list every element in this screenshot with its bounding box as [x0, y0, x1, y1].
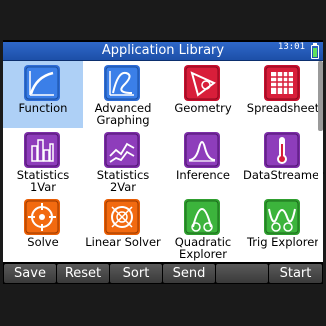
advanced-graphing-icon [104, 65, 140, 101]
inference-icon [184, 132, 220, 168]
title-bar: Application Library 13:01 [3, 42, 323, 61]
app-tile-spreadsheet[interactable]: Spreadsheet [243, 61, 323, 128]
app-label: Inference [175, 168, 231, 182]
app-label: Spreadsheet [246, 101, 320, 115]
statistics-1var-icon [24, 132, 60, 168]
app-tile-statistics-1var[interactable]: Statistics 1Var [3, 128, 83, 195]
spreadsheet-icon [264, 65, 300, 101]
app-label: Geometry [174, 101, 232, 115]
geometry-icon [184, 65, 220, 101]
start-button[interactable]: Start [269, 264, 322, 283]
app-tile-quadratic-explorer[interactable]: Quadratic Explorer [163, 195, 243, 262]
send-button[interactable]: Send [163, 264, 215, 283]
app-tile-linear-solver[interactable]: Linear Solver [83, 195, 163, 262]
solve-icon [24, 199, 60, 235]
clock: 13:01 [277, 42, 305, 52]
quadratic-explorer-icon [184, 199, 220, 235]
trig-explorer-icon [264, 199, 300, 235]
linear-solver-icon [104, 199, 140, 235]
app-tile-trig-explorer[interactable]: Trig Explorer [243, 195, 323, 262]
datastreamer-icon [264, 132, 300, 168]
app-tile-function[interactable]: Function [3, 61, 83, 128]
scrollbar[interactable] [318, 61, 323, 262]
app-tile-solve[interactable]: Solve [3, 195, 83, 262]
scrollbar-thumb[interactable] [318, 61, 323, 131]
app-tile-geometry[interactable]: Geometry [163, 61, 243, 128]
reset-button[interactable]: Reset [57, 264, 109, 283]
app-label: Function [18, 101, 68, 115]
sort-button[interactable]: Sort [110, 264, 162, 283]
page-title: Application Library [101, 43, 225, 58]
app-label: Statistics 2Var [96, 168, 150, 194]
statistics-2var-icon [104, 132, 140, 168]
app-label: DataStreamer [243, 168, 324, 182]
app-label: Quadratic Explorer [174, 235, 232, 261]
softkey-bar: Save Reset Sort Send Start [3, 263, 323, 284]
app-label: Statistics 1Var [16, 168, 70, 194]
app-tile-datastreamer[interactable]: DataStreamer [243, 128, 324, 195]
app-tile-statistics-2var[interactable]: Statistics 2Var [83, 128, 163, 195]
app-grid: Function Advanced Graphing Geometry Spre… [3, 61, 324, 262]
app-tile-inference[interactable]: Inference [163, 128, 243, 195]
app-label: Solve [27, 235, 59, 249]
battery-icon [311, 43, 319, 59]
function-icon [24, 65, 60, 101]
save-button[interactable]: Save [4, 264, 56, 283]
app-tile-advanced-graphing[interactable]: Advanced Graphing [83, 61, 163, 128]
app-label: Linear Solver [85, 235, 161, 249]
app-label: Trig Explorer [246, 235, 320, 249]
blank-softkey[interactable] [216, 264, 268, 283]
app-label: Advanced Graphing [94, 101, 152, 127]
